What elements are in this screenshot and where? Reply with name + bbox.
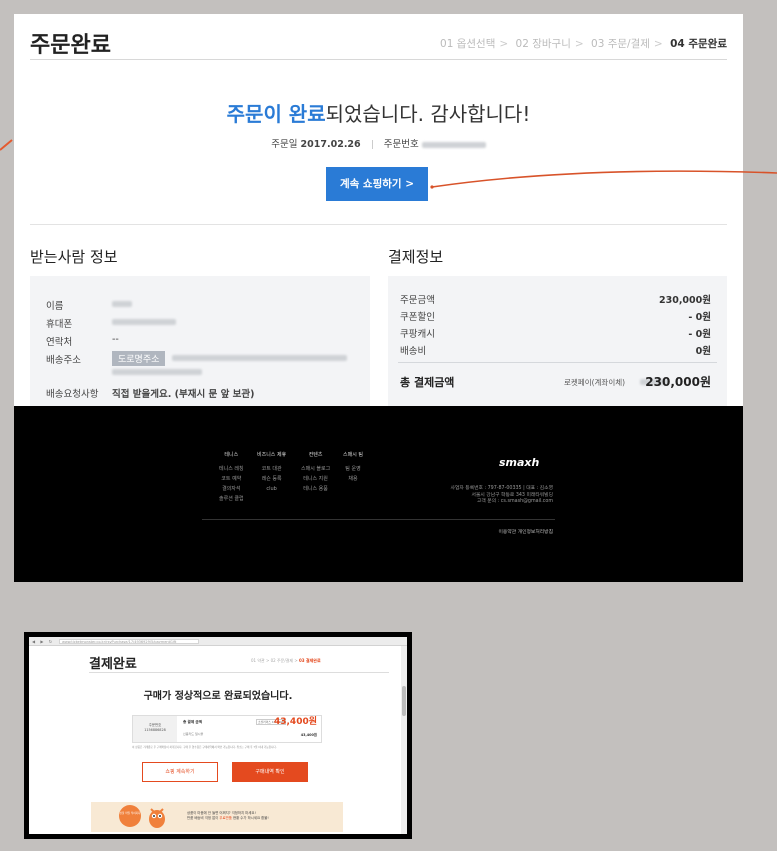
comparison-screenshot: ◀ ▶ ↻ www.ticketmonster.co.kr/rsvPurchas…	[24, 632, 412, 839]
sub-order-summary: 주문번호 1156886828 총 결제 금액 신용카드 일시불 소셜커머스 43…	[132, 715, 322, 743]
sub-steps: 01 약관 > 02 주문/결제 > 03 결제완료	[251, 658, 321, 663]
sub-continue-shopping-button[interactable]: 쇼핑 계속하기	[142, 762, 218, 782]
address-detail-redacted	[112, 369, 202, 375]
footer-col-team: 스매시 팀 팀 운영 채용	[343, 452, 363, 482]
footer-logo: smaxh	[499, 456, 540, 469]
site-footer: 테니스 테니스 레칭 코트 예약 결의자석 솔루션 클럽 비즈니스 제휴 코트 …	[14, 406, 743, 582]
order-meta: 주문일 2017.02.26 주문번호	[14, 136, 743, 150]
promo-badge: 선물 마일 적어지다	[119, 805, 141, 827]
mascot-icon	[149, 808, 165, 828]
footer-col-contents: 컨텐츠 스매시 블로그 테니스 지원 테니스 용품	[301, 452, 331, 492]
completion-headline: 주문이 완료되었습니다. 감사합니다!	[226, 102, 531, 126]
delivery-request: 직접 받을게요. (부재시 문 앞 보관)	[112, 389, 255, 400]
total-amount: 230,000원	[645, 375, 711, 389]
shipping-fee: 0원	[695, 346, 711, 357]
sub-notice: 이 상품은 거래종료 후 구매확정이 처리됩니다. 구매 후 영수증은 구매내역…	[132, 746, 277, 749]
step-complete: 04 주문완료	[670, 38, 727, 50]
coupon-discount: - 0원	[688, 312, 711, 323]
step-cart: 02 장바구니	[515, 38, 571, 50]
scrollbar[interactable]	[401, 646, 407, 834]
phone-redacted	[112, 319, 176, 325]
payment-method: 로켓페이(계좌이체)	[564, 378, 626, 387]
recipient-title: 받는사람 정보	[30, 248, 118, 266]
comparison-browser: ◀ ▶ ↻ www.ticketmonster.co.kr/rsvPurchas…	[29, 637, 407, 834]
order-number-redacted	[421, 141, 486, 148]
sub-purchase-history-button[interactable]: 구매내역 확인	[232, 762, 308, 782]
footer-col-business: 비즈니스 제휴 코트 대관 레슨 등록 club	[257, 452, 287, 492]
page-title: 주문완료	[30, 33, 111, 58]
browser-nav-icons[interactable]: ◀ ▶ ↻	[32, 639, 54, 644]
sub-total-amount: 43,400원	[273, 717, 317, 727]
order-amount: 230,000원	[658, 295, 711, 306]
footer-col-tennis: 테니스 테니스 레칭 코트 예약 결의자석 솔루션 클럽	[219, 452, 244, 502]
order-steps: 01 옵션선택 > 02 장바구니 > 03 주문/결제 > 04 주문완료	[440, 38, 727, 50]
sub-completion-headline: 구매가 정상적으로 완료되었습니다.	[143, 691, 293, 702]
continue-shopping-button[interactable]: 계속 쇼핑하기 >	[326, 167, 428, 201]
payment-panel: 주문금액 230,000원 쿠폰할인 - 0원 쿠팡캐시 - 0원 배송비 0원…	[388, 276, 727, 406]
browser-address-bar: ◀ ▶ ↻ www.ticketmonster.co.kr/rsvPurchas…	[29, 637, 407, 646]
step-checkout: 03 주문/결제	[591, 38, 650, 50]
recipient-panel: 이름 휴대폰 연락처 -- 배송주소 도로명주소 배송요청사항 직접 받을게요.…	[30, 276, 370, 406]
pointer-arrow-left-icon	[0, 139, 13, 151]
order-date: 2017.02.26	[300, 139, 361, 150]
address-type-badge: 도로명주소	[112, 351, 166, 366]
payment-title: 결제정보	[388, 248, 444, 266]
address-redacted	[172, 355, 347, 361]
return-promo-banner[interactable]: 선물 마일 적어지다 상품이 마음에 안 들면 어쩌지? 걱정하지 마세요! 반…	[91, 802, 343, 832]
order-complete-screenshot: 주문완료 01 옵션선택 > 02 장바구니 > 03 주문/결제 > 04 주문완료…	[14, 14, 743, 582]
page-header: 주문완료 01 옵션선택 > 02 장바구니 > 03 주문/결제 > 04 주문완료	[30, 14, 727, 60]
section-divider	[30, 224, 727, 225]
cash-discount: - 0원	[688, 329, 711, 340]
step-option: 01 옵션선택	[440, 38, 496, 50]
company-info: 사업자 등록번호 : 797-87-00335 | 대표 : 김소영 서울시 강…	[450, 486, 553, 504]
footer-legal-links[interactable]: 이용약관 개인정보처리방침	[499, 528, 553, 535]
sub-page-title: 결제완료	[89, 657, 137, 672]
name-redacted	[112, 301, 132, 307]
url-field[interactable]: www.ticketmonster.co.kr/rsvPurchase/17/4…	[59, 638, 199, 644]
annotation-arrow	[430, 170, 777, 189]
